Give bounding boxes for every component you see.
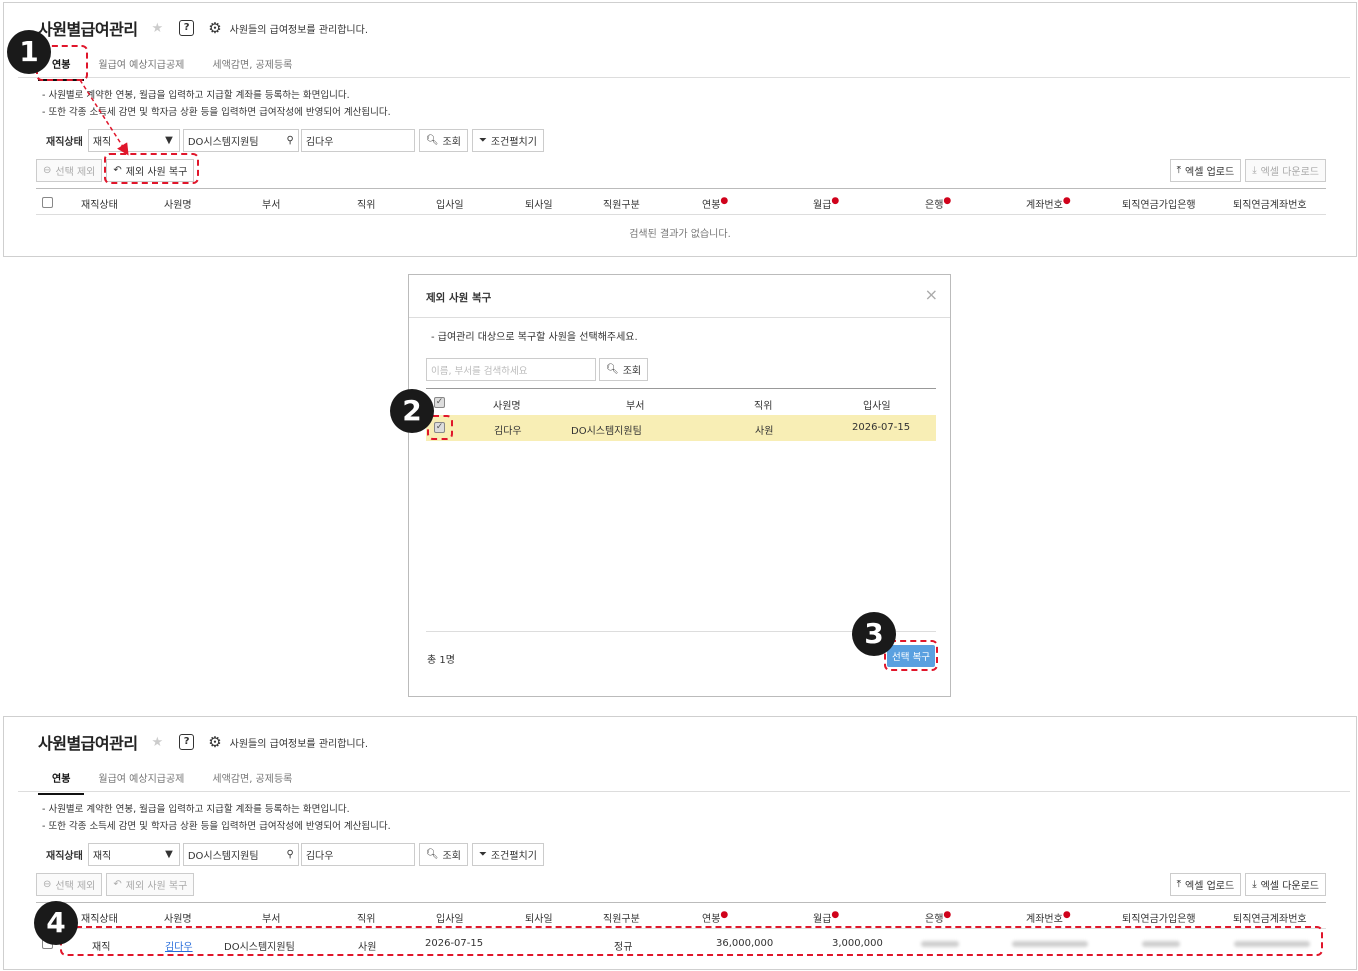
step-badge-1: 1 [7, 30, 51, 74]
annotation-arrow [79, 79, 129, 156]
step-badge-3: 3 [852, 612, 896, 656]
step-badge-4: 4 [34, 901, 78, 945]
highlight-result-row [60, 926, 1323, 956]
step-badge-2: 2 [390, 389, 434, 433]
